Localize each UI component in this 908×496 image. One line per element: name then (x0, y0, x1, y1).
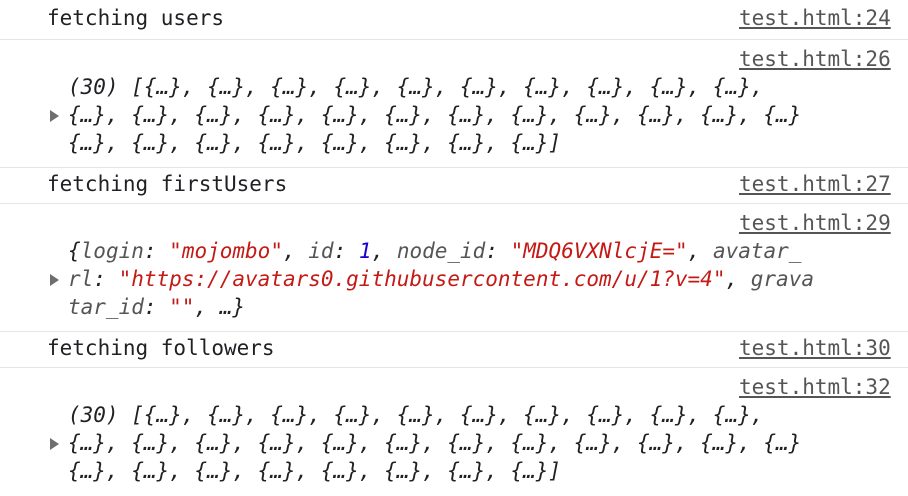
open-brace: { (68, 239, 81, 263)
object-key-gravatar-id: grava (750, 267, 814, 291)
comma: , (282, 239, 309, 263)
console-message-row: test.html:32 (30) [{…}, {…}, {…}, {…}, {… (0, 368, 908, 496)
expand-triangle-icon[interactable] (50, 438, 59, 450)
console-message-row: test.html:29 {login: "mojombo", id: 1, n… (0, 204, 908, 332)
colon: : (333, 239, 359, 263)
object-key-id: id (308, 239, 334, 263)
source-link[interactable]: test.html:26 (739, 47, 891, 71)
object-key-avatar-url: avatar_ (712, 239, 802, 263)
console-message-row: fetching users test.html:24 (0, 0, 908, 40)
colon: : (143, 239, 170, 263)
object-key-login: login (80, 239, 144, 263)
object-value-avatar-url: "https://avatars0.githubusercontent.com/… (118, 267, 726, 291)
array-preview-line[interactable]: {…}, {…}, {…}, {…}, {…}, {…}, {…}, {…}, … (68, 103, 801, 127)
object-preview-line: tar_id: "", …} (68, 295, 245, 319)
object-tail: , …} (194, 295, 246, 319)
console-message-text: fetching users (47, 6, 225, 30)
object-value-node-id: "MDQ6VXNlcjE=" (510, 239, 688, 263)
object-preview-line[interactable]: rl: "https://avatars0.githubusercontent.… (68, 267, 814, 291)
colon: : (485, 239, 511, 263)
expand-triangle-icon[interactable] (50, 110, 59, 122)
console-message-row: fetching firstUsers test.html:27 (0, 168, 908, 204)
expand-triangle-icon[interactable] (50, 274, 59, 286)
array-preview-line: (30) [{…}, {…}, {…}, {…}, {…}, {…}, {…},… (68, 75, 764, 99)
array-preview-line: {…}, {…}, {…}, {…}, {…}, {…}, {…}, {…}] (68, 131, 562, 155)
comma: , (725, 267, 751, 291)
console-panel: fetching users test.html:24 test.html:26… (0, 0, 908, 496)
array-preview-line[interactable]: {…}, {…}, {…}, {…}, {…}, {…}, {…}, {…}, … (68, 431, 801, 455)
comma: , (687, 239, 713, 263)
colon: : (143, 295, 170, 319)
object-preview-line: {login: "mojombo", id: 1, node_id: "MDQ6… (68, 239, 801, 263)
console-message-text: fetching followers (47, 336, 275, 360)
object-value-gravatar-id: "" (169, 295, 195, 319)
object-key-avatar-url: rl (68, 267, 94, 291)
object-key-node-id: node_id (396, 239, 486, 263)
array-preview-line: (30) [{…}, {…}, {…}, {…}, {…}, {…}, {…},… (68, 403, 764, 427)
source-link[interactable]: test.html:29 (739, 211, 891, 235)
source-link[interactable]: test.html:32 (739, 375, 891, 399)
colon: : (93, 267, 119, 291)
source-link[interactable]: test.html:24 (739, 6, 891, 30)
console-message-row: fetching followers test.html:30 (0, 332, 908, 368)
object-key-gravatar-id: tar_id (68, 295, 144, 319)
source-link[interactable]: test.html:30 (739, 336, 891, 360)
object-value-id: 1 (358, 239, 372, 263)
console-message-row: test.html:26 (30) [{…}, {…}, {…}, {…}, {… (0, 40, 908, 168)
comma: , (371, 239, 397, 263)
source-link[interactable]: test.html:27 (739, 172, 891, 196)
array-preview-line: {…}, {…}, {…}, {…}, {…}, {…}, {…}, {…}] (68, 459, 562, 483)
console-message-text: fetching firstUsers (47, 172, 288, 196)
object-value-login: "mojombo" (169, 239, 283, 263)
